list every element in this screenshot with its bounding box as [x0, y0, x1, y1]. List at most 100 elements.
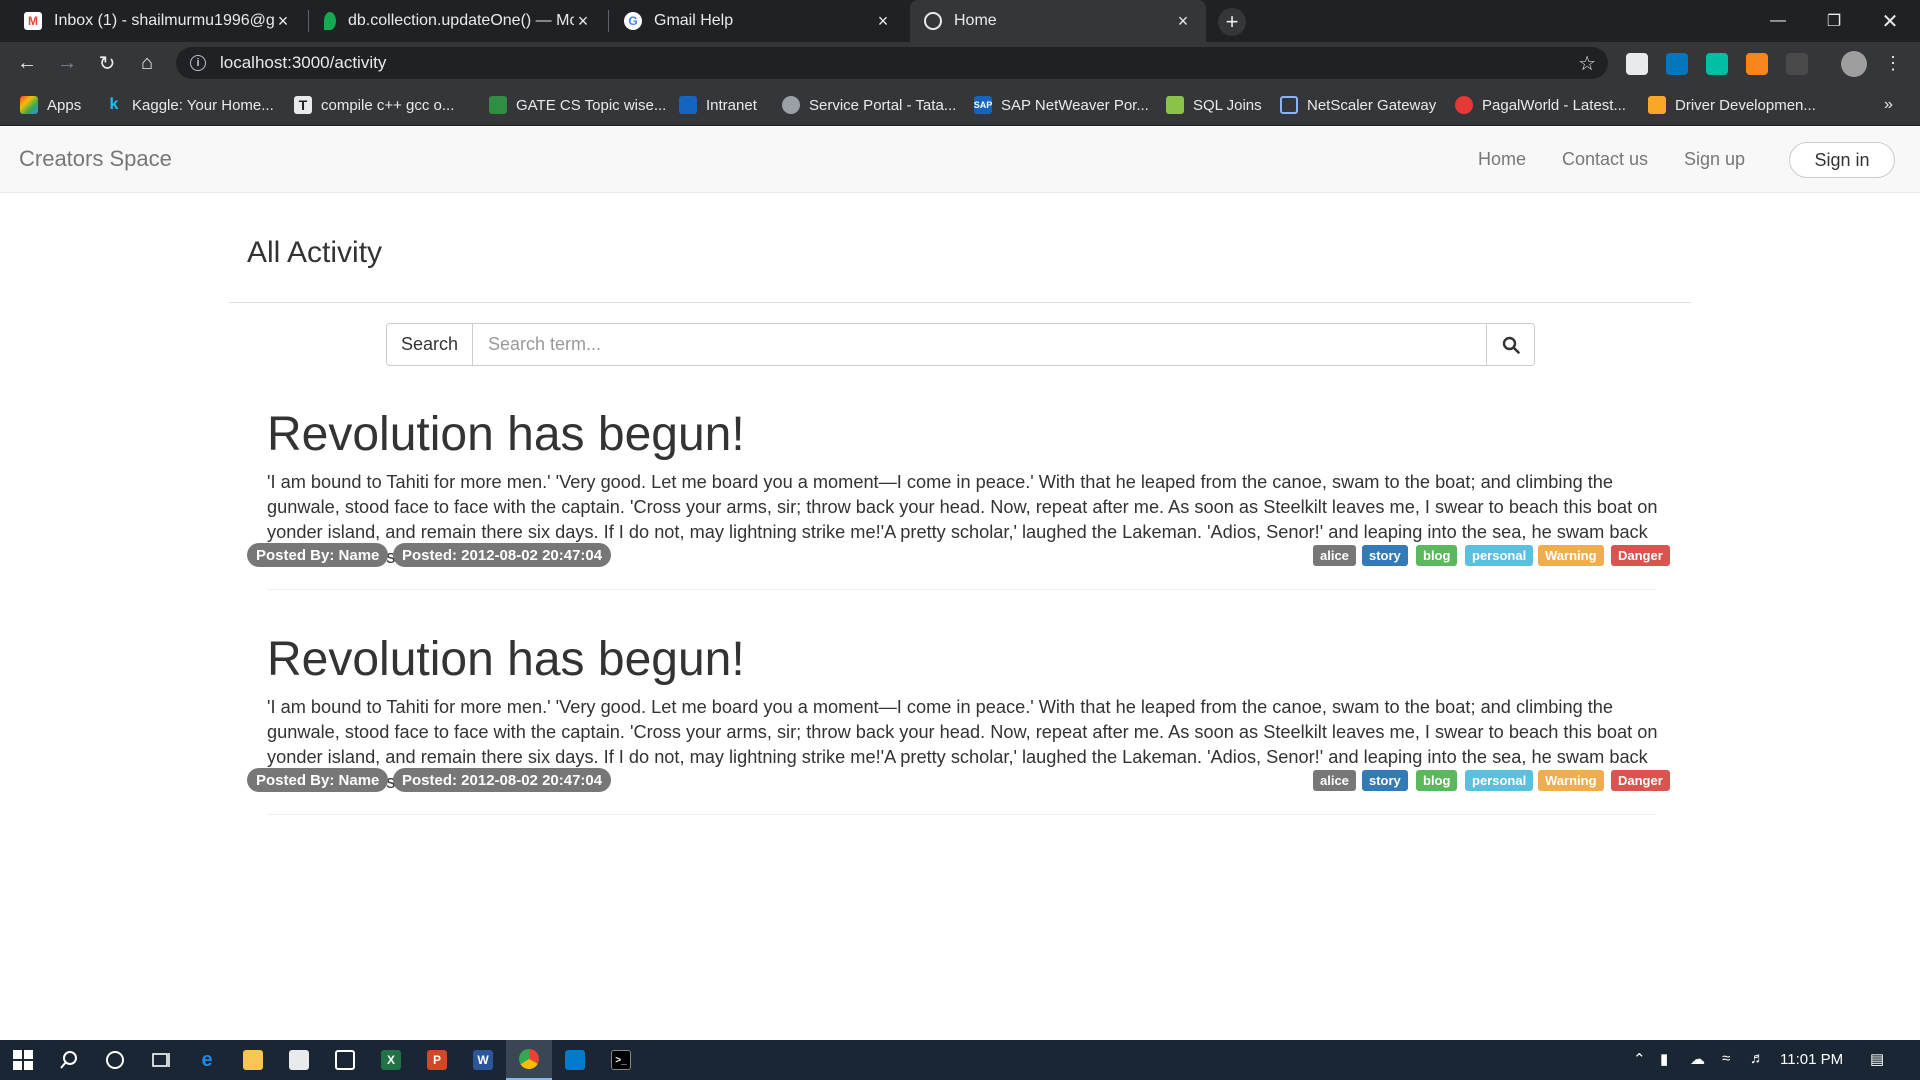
search-icon[interactable] — [46, 1040, 92, 1080]
w-extension-icon[interactable] — [1666, 53, 1688, 75]
metamask-extension-icon[interactable] — [1746, 53, 1768, 75]
forward-arrow-icon[interactable]: → — [52, 48, 82, 78]
store-icon[interactable] — [276, 1040, 322, 1080]
excel-icon[interactable]: X — [368, 1040, 414, 1080]
tab-divider — [608, 10, 609, 32]
bookmark-service-portal[interactable]: Service Portal - Tata... — [782, 84, 956, 126]
search-group: Search — [386, 323, 1535, 366]
sign-in-button[interactable]: Sign in — [1789, 142, 1895, 178]
tab-title: Home — [954, 12, 997, 29]
cortana-icon[interactable] — [92, 1040, 138, 1080]
tata-icon — [679, 96, 697, 114]
chrome-icon[interactable] — [506, 1040, 552, 1080]
restore-icon[interactable]: ❐ — [1806, 0, 1862, 42]
bookmark-compile[interactable]: T compile c++ gcc o... — [294, 84, 454, 126]
kaggle-icon: k — [109, 96, 119, 113]
reload-icon[interactable]: ↻ — [92, 48, 122, 78]
bookmark-netscaler[interactable]: NetScaler Gateway — [1280, 84, 1436, 126]
mongodb-leaf-icon — [324, 12, 336, 30]
tag-label[interactable]: story — [1362, 545, 1408, 566]
gmail-icon: M — [24, 12, 42, 30]
profile-avatar[interactable] — [1841, 51, 1867, 77]
tag-label[interactable]: alice — [1313, 770, 1356, 791]
page-title: All Activity — [247, 236, 383, 269]
brand-link[interactable]: Creators Space — [19, 146, 172, 172]
tab-mongodb[interactable]: db.collection.updateOne() — Mo × — [310, 0, 606, 42]
driver-icon — [1648, 96, 1666, 114]
extension-icon[interactable] — [1786, 53, 1808, 75]
tab-inbox[interactable]: M Inbox (1) - shailmurmu1996@gm × — [10, 0, 306, 42]
vscode-icon[interactable] — [552, 1040, 598, 1080]
more-menu-icon[interactable]: ⋮ — [1878, 48, 1908, 78]
bookmark-apps[interactable]: Apps — [20, 84, 81, 126]
taskbar-clock[interactable]: 11:01 PM — [1780, 1051, 1843, 1068]
edge-icon[interactable]: e — [184, 1040, 230, 1080]
info-icon[interactable]: i — [190, 55, 206, 71]
browser-toolbar: ← → ↻ ⌂ i localhost:3000/activity ☆ ⋮ — [0, 42, 1920, 84]
windows-start-icon[interactable] — [0, 1040, 46, 1080]
search-button[interactable] — [1486, 323, 1535, 366]
post-title[interactable]: Revolution has begun! — [267, 632, 745, 687]
onedrive-icon[interactable]: ☁ — [1690, 1050, 1705, 1068]
sql-icon — [1166, 96, 1184, 114]
tag-label[interactable]: story — [1362, 770, 1408, 791]
powerpoint-icon[interactable]: P — [414, 1040, 460, 1080]
tag-label[interactable]: Warning — [1538, 545, 1604, 566]
action-center-icon[interactable]: ▤ — [1870, 1050, 1884, 1068]
minimize-icon[interactable]: — — [1750, 0, 1806, 42]
nav-contact-us[interactable]: Contact us — [1562, 149, 1648, 170]
sap-icon: SAP — [974, 96, 992, 114]
back-arrow-icon[interactable]: ← — [12, 48, 42, 78]
bookmark-pagalworld[interactable]: PagalWorld - Latest... — [1455, 84, 1626, 126]
bookmark-intranet[interactable]: Intranet — [679, 84, 757, 126]
terminal-icon[interactable]: >_ — [598, 1040, 644, 1080]
bookmarks-bar: Apps k Kaggle: Your Home... T compile c+… — [0, 84, 1920, 126]
close-icon[interactable]: × — [1174, 11, 1192, 32]
bookmark-sql-joins[interactable]: SQL Joins — [1166, 84, 1262, 126]
close-icon[interactable]: × — [274, 11, 292, 32]
word-icon[interactable]: W — [460, 1040, 506, 1080]
search-input[interactable] — [473, 323, 1486, 366]
tab-home[interactable]: Home × — [910, 0, 1206, 42]
bookmark-label: SQL Joins — [1193, 96, 1262, 114]
t-icon: T — [294, 96, 312, 114]
window-close-icon[interactable]: ✕ — [1862, 0, 1918, 42]
battery-icon[interactable]: ▮ — [1660, 1050, 1668, 1068]
bookmark-sap[interactable]: SAP SAP NetWeaver Por... — [974, 84, 1149, 126]
grammarly-extension-icon[interactable] — [1706, 53, 1728, 75]
tab-gmail-help[interactable]: G Gmail Help × — [610, 0, 906, 42]
close-icon[interactable]: × — [874, 11, 892, 32]
tag-label[interactable]: Warning — [1538, 770, 1604, 791]
tag-label[interactable]: blog — [1416, 770, 1458, 791]
tab-title: db.collection.updateOne() — Mo — [348, 12, 574, 29]
tag-label[interactable]: Danger — [1611, 770, 1670, 791]
nav-sign-up[interactable]: Sign up — [1684, 149, 1745, 170]
new-tab-button[interactable]: + — [1218, 8, 1246, 36]
bookmark-gate[interactable]: GATE CS Topic wise... — [489, 84, 666, 126]
bookmarks-overflow-icon[interactable]: » — [1884, 84, 1893, 126]
bookmark-kaggle[interactable]: k Kaggle: Your Home... — [105, 84, 274, 126]
url-text[interactable]: localhost:3000/activity — [220, 53, 386, 73]
address-bar[interactable]: i localhost:3000/activity ☆ — [176, 47, 1608, 79]
close-icon[interactable]: × — [574, 11, 592, 32]
tag-label[interactable]: alice — [1313, 545, 1356, 566]
posted-by-badge: Posted By: Name — [247, 543, 389, 567]
qr-code-extension-icon[interactable] — [1626, 53, 1648, 75]
volume-icon[interactable]: ♬ — [1750, 1050, 1765, 1067]
wifi-icon[interactable]: ≈ — [1722, 1050, 1730, 1067]
nav-home[interactable]: Home — [1478, 149, 1526, 170]
tag-label[interactable]: Danger — [1611, 545, 1670, 566]
bookmark-driver[interactable]: Driver Developmen... — [1648, 84, 1816, 126]
post-title[interactable]: Revolution has begun! — [267, 407, 745, 462]
tag-label[interactable]: personal — [1465, 770, 1534, 791]
task-view-icon[interactable] — [138, 1040, 184, 1080]
tag-label[interactable]: personal — [1465, 545, 1534, 566]
show-hidden-icons-icon[interactable]: ⌃ — [1633, 1050, 1646, 1068]
tag-label[interactable]: blog — [1416, 545, 1458, 566]
home-icon[interactable]: ⌂ — [132, 48, 162, 78]
mail-icon[interactable] — [322, 1040, 368, 1080]
bookmark-star-icon[interactable]: ☆ — [1578, 51, 1596, 76]
posted-by-badge: Posted By: Name — [247, 768, 389, 792]
file-explorer-icon[interactable] — [230, 1040, 276, 1080]
post-divider — [267, 589, 1656, 590]
